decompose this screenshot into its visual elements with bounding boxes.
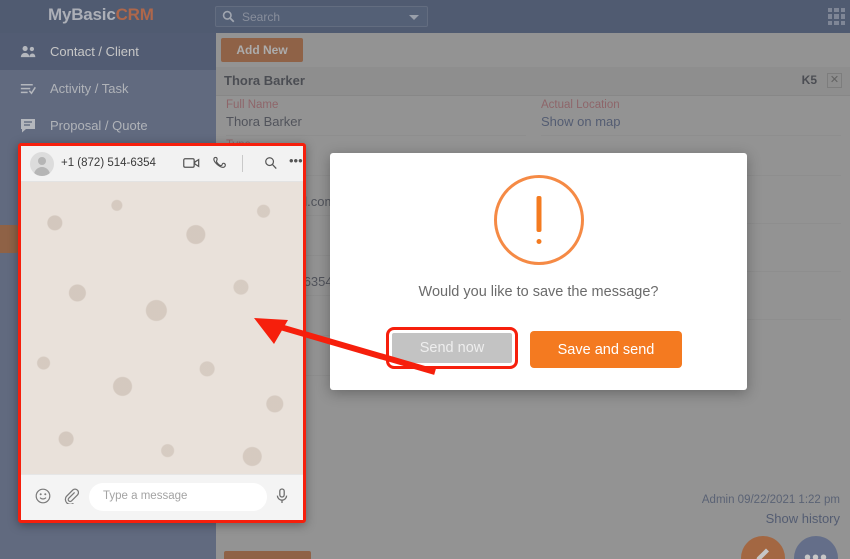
chat-footer: Type a message [21,474,303,520]
field-value [541,139,841,142]
sidebar-item-label: Proposal / Quote [50,118,148,133]
exclamation-dot [536,239,541,244]
paperclip-attach-icon[interactable] [63,488,80,508]
show-on-map-link[interactable]: Show on map [541,111,841,129]
record-code: K5 [801,73,817,87]
send-now-button[interactable]: Send now [386,327,518,369]
field-label: Actual Location [541,99,620,111]
save-and-send-button[interactable]: Save and send [530,331,682,368]
side-tab-marker[interactable] [0,225,18,253]
sidebar-item-proposal-quote[interactable]: Proposal / Quote [0,107,216,144]
message-input[interactable]: Type a message [89,483,267,511]
phone-call-icon[interactable] [213,156,227,175]
chat-header: +1 (872) 514-6354 ••• [21,146,303,182]
sidebar-item-activity-task[interactable]: Activity / Task [0,70,216,107]
more-horizontal-icon[interactable]: ••• [289,154,303,167]
app-root: MyBasicCRM Search Contact / Client Activ… [0,0,850,559]
record-title: Thora Barker [224,73,305,88]
exclamation-bar [536,196,541,232]
field-full-name: Full Name Thora Barker [226,96,526,136]
microphone-icon[interactable] [275,488,289,508]
search-icon [222,10,236,24]
chat-window[interactable]: +1 (872) 514-6354 ••• Type a message [18,143,306,523]
sidebar-item-label: Activity / Task [50,81,129,96]
logo-primary-text: MyBasic [48,5,116,24]
message-input-placeholder: Type a message [103,490,188,502]
edit-fab-button[interactable] [741,536,785,559]
add-new-button[interactable]: Add New [221,38,303,62]
close-icon[interactable]: ✕ [827,73,842,88]
dialog-message: Would you like to save the message? [418,284,659,300]
admin-timestamp: Admin 09/22/2021 1:22 pm [701,494,840,506]
divider [242,155,243,172]
chevron-down-icon[interactable] [409,15,419,20]
search-icon[interactable] [264,156,278,175]
field-value: Thora Barker [226,114,302,129]
video-camera-icon[interactable] [183,156,200,174]
record-header-bar: Thora Barker K5 ✕ [216,67,850,96]
show-history-link[interactable]: Show history [766,511,840,526]
chat-contact-number: +1 (872) 514-6354 [61,157,156,169]
search-input[interactable]: Search [215,6,428,27]
app-logo: MyBasicCRM [48,5,154,25]
sidebar-item-contact-client[interactable]: Contact / Client [0,33,216,70]
people-icon [20,45,46,59]
top-bar: MyBasicCRM Search [0,0,850,33]
emoji-smiley-icon[interactable] [35,488,51,508]
pencil-icon [753,546,773,559]
chat-message-area [21,182,303,474]
save-message-dialog: Would you like to save the message? Send… [330,153,747,390]
page-wizard-button[interactable]: Page Wizard [224,551,311,559]
search-placeholder-text: Search [242,10,281,24]
speech-bubble-icon [20,118,46,133]
logo-accent-text: CRM [115,5,154,24]
more-fab-button[interactable]: ••• [794,536,838,559]
field-actual-location: Actual Location Show on map [541,96,841,136]
sidebar-item-label: Contact / Client [50,44,139,59]
ellipsis-icon: ••• [803,547,828,559]
field-label: Full Name [226,99,279,111]
grid-apps-icon[interactable] [828,8,845,25]
person-avatar-icon [30,152,54,176]
exclamation-circle-icon [493,175,584,265]
task-list-icon [20,82,46,96]
